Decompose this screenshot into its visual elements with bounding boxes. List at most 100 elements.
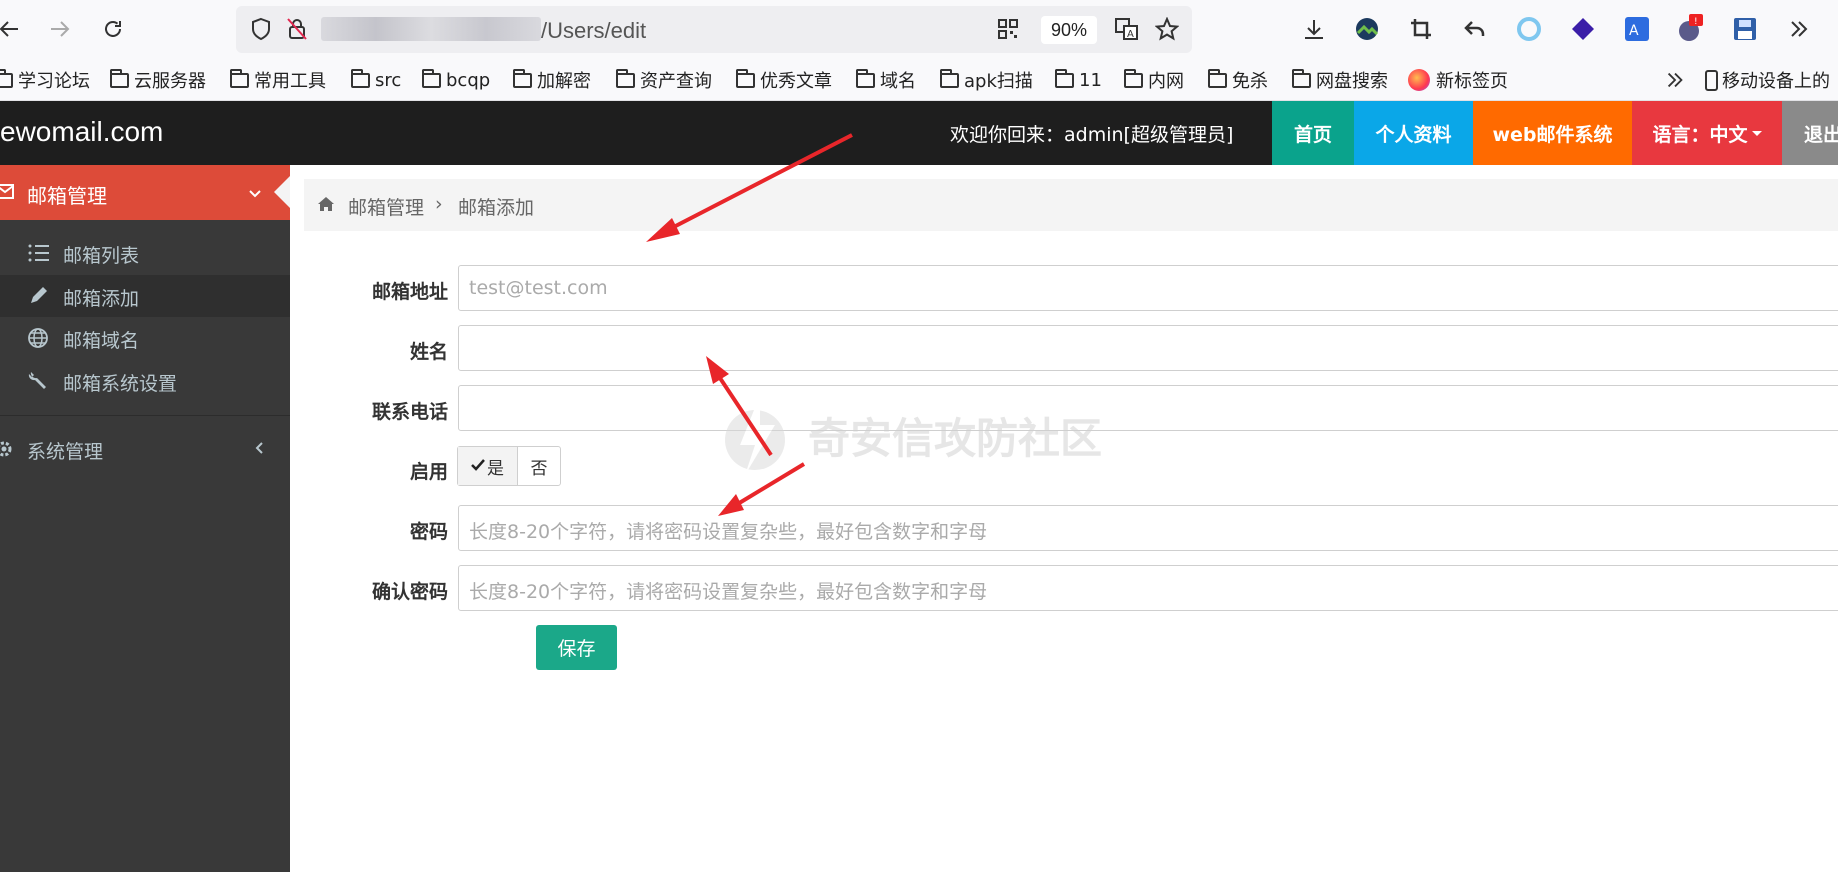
folder-icon bbox=[1292, 68, 1311, 88]
folder-icon bbox=[0, 68, 13, 88]
shield-icon[interactable] bbox=[246, 14, 276, 44]
name-field[interactable] bbox=[458, 325, 1838, 371]
email-label: 邮箱地址 bbox=[371, 281, 448, 303]
email-field[interactable]: test@test.com bbox=[458, 265, 1838, 311]
sidebar-item-label: 邮箱列表 bbox=[63, 245, 140, 267]
bookmark-folder[interactable]: 域名 bbox=[856, 68, 916, 92]
site-logo[interactable]: ewomail.com bbox=[0, 116, 163, 148]
sidebar-item-mailbox-settings[interactable]: 邮箱系统设置 bbox=[0, 360, 290, 402]
home-icon[interactable] bbox=[317, 196, 335, 216]
pencil-icon bbox=[27, 285, 51, 307]
star-icon[interactable] bbox=[1152, 14, 1182, 44]
checkmark-icon bbox=[471, 456, 485, 476]
enable-yes-option[interactable]: 是 bbox=[458, 447, 518, 485]
download-icon[interactable] bbox=[1299, 14, 1329, 44]
bookmark-folder[interactable]: 云服务器 bbox=[110, 68, 206, 92]
bookmark-folder[interactable]: 免杀 bbox=[1208, 68, 1268, 92]
qr-code-icon[interactable] bbox=[993, 14, 1023, 44]
sidebar-item-label: 邮箱系统设置 bbox=[63, 373, 178, 395]
sidebar-group-mailbox[interactable]: 邮箱管理 bbox=[0, 165, 290, 220]
bookmark-folder[interactable]: 11 bbox=[1055, 68, 1102, 92]
folder-icon bbox=[1208, 68, 1227, 88]
breadcrumb-root[interactable]: 邮箱管理 bbox=[348, 193, 424, 220]
welcome-text: 欢迎你回来：admin[超级管理员] bbox=[950, 124, 1234, 146]
bookmark-mobile[interactable]: 移动设备上的 bbox=[1705, 68, 1830, 92]
back-icon[interactable] bbox=[0, 12, 26, 46]
insecure-lock-icon[interactable] bbox=[282, 14, 312, 44]
bookmark-folder[interactable]: 加解密 bbox=[513, 68, 591, 92]
bookmarks-bar: 学习论坛 云服务器 常用工具 src bcqp 加解密 资产查询 优秀文章 域名… bbox=[0, 58, 1838, 101]
bookmark-folder[interactable]: 内网 bbox=[1124, 68, 1184, 92]
crop-icon[interactable] bbox=[1406, 14, 1436, 44]
nav-profile-button[interactable]: 个人资料 bbox=[1354, 101, 1473, 165]
translate-icon[interactable]: A bbox=[1112, 14, 1142, 44]
chevron-left-icon[interactable] bbox=[254, 440, 264, 459]
overflow-chevrons-icon[interactable] bbox=[1784, 14, 1814, 44]
save-extension-icon[interactable] bbox=[1730, 14, 1760, 44]
logout-button[interactable]: 退出 bbox=[1782, 101, 1838, 165]
folder-icon bbox=[351, 68, 370, 88]
bookmark-folder[interactable]: 常用工具 bbox=[230, 68, 326, 92]
bookmark-folder[interactable]: 网盘搜索 bbox=[1292, 68, 1388, 92]
bookmark-folder[interactable]: 优秀文章 bbox=[736, 68, 832, 92]
bookmark-newtab[interactable]: 新标签页 bbox=[1408, 68, 1508, 92]
reload-icon[interactable] bbox=[96, 12, 130, 46]
folder-icon bbox=[422, 68, 441, 88]
sidebar-item-mailbox-list[interactable]: 邮箱列表 bbox=[0, 232, 290, 274]
sidebar: 邮箱管理 邮箱列表 邮箱添加 邮箱域名 邮箱系统设置 系统管理 bbox=[0, 165, 290, 872]
sidebar-item-mailbox-domain[interactable]: 邮箱域名 bbox=[0, 317, 290, 359]
list-icon bbox=[27, 242, 51, 264]
circle-extension-icon[interactable] bbox=[1514, 14, 1544, 44]
sidebar-item-mailbox-add[interactable]: 邮箱添加 bbox=[0, 275, 290, 317]
envelope-icon bbox=[0, 184, 14, 204]
bookmark-folder[interactable]: apk扫描 bbox=[940, 68, 1033, 92]
svg-text:!: ! bbox=[1694, 17, 1698, 27]
folder-icon bbox=[230, 68, 249, 88]
notification-extension-icon[interactable]: ! bbox=[1676, 14, 1706, 44]
email-placeholder: test@test.com bbox=[469, 277, 608, 299]
nav-webmail-button[interactable]: web邮件系统 bbox=[1473, 101, 1632, 165]
folder-icon bbox=[1124, 68, 1143, 88]
confirm-password-field[interactable]: 长度8-20个字符，请将密码设置复杂些，最好包含数字和字母 bbox=[458, 565, 1838, 611]
password-field[interactable]: 长度8-20个字符，请将密码设置复杂些，最好包含数字和字母 bbox=[458, 505, 1838, 551]
watermark-logo-icon bbox=[725, 395, 785, 475]
extension-landscape-icon[interactable] bbox=[1352, 14, 1382, 44]
bookmark-folder[interactable]: src bbox=[351, 68, 401, 92]
bookmark-folder[interactable]: 资产查询 bbox=[616, 68, 712, 92]
translate-extension-icon[interactable]: A bbox=[1622, 14, 1652, 44]
save-button[interactable]: 保存 bbox=[536, 625, 617, 670]
watermark: 奇安信攻防社区 bbox=[720, 395, 1102, 475]
svg-text:A: A bbox=[1629, 23, 1639, 39]
undo-icon[interactable] bbox=[1460, 14, 1490, 44]
forward-icon[interactable] bbox=[43, 12, 77, 46]
breadcrumb-current: 邮箱添加 bbox=[458, 197, 535, 219]
bookmark-folder[interactable]: 学习论坛 bbox=[0, 68, 90, 92]
bookmarks-overflow-icon[interactable] bbox=[1660, 65, 1690, 95]
enable-label: 启用 bbox=[409, 461, 448, 483]
folder-icon bbox=[940, 68, 959, 88]
sidebar-divider bbox=[0, 415, 290, 416]
url-text[interactable]: /Users/edit bbox=[541, 18, 646, 44]
password-placeholder: 长度8-20个字符，请将密码设置复杂些，最好包含数字和字母 bbox=[469, 521, 988, 543]
bookmark-folder[interactable]: bcqp bbox=[422, 68, 490, 92]
folder-icon bbox=[616, 68, 635, 88]
sidebar-group-label: 系统管理 bbox=[27, 441, 104, 463]
sidebar-item-label: 邮箱域名 bbox=[63, 330, 140, 352]
folder-icon bbox=[110, 68, 129, 88]
layers-extension-icon[interactable] bbox=[1568, 14, 1598, 44]
url-bar[interactable]: /Users/edit 90% A bbox=[236, 6, 1192, 53]
breadcrumb: 邮箱管理 › 邮箱添加 bbox=[304, 179, 1838, 231]
gear-icon bbox=[0, 439, 14, 463]
language-dropdown[interactable]: 语言：中文 bbox=[1632, 101, 1782, 165]
chevron-down-icon bbox=[248, 185, 262, 204]
folder-icon bbox=[513, 68, 532, 88]
confirm-password-label: 确认密码 bbox=[371, 581, 448, 603]
nav-home-button[interactable]: 首页 bbox=[1272, 101, 1354, 165]
sidebar-group-label: 邮箱管理 bbox=[27, 184, 107, 208]
phone-field[interactable] bbox=[458, 385, 1838, 431]
enable-no-option[interactable]: 否 bbox=[518, 447, 560, 485]
app-header: ewomail.com 欢迎你回来：admin[超级管理员] 首页 个人资料 w… bbox=[0, 101, 1838, 165]
zoom-level[interactable]: 90% bbox=[1041, 16, 1097, 44]
name-label: 姓名 bbox=[409, 341, 448, 363]
phone-label: 联系电话 bbox=[371, 401, 448, 423]
